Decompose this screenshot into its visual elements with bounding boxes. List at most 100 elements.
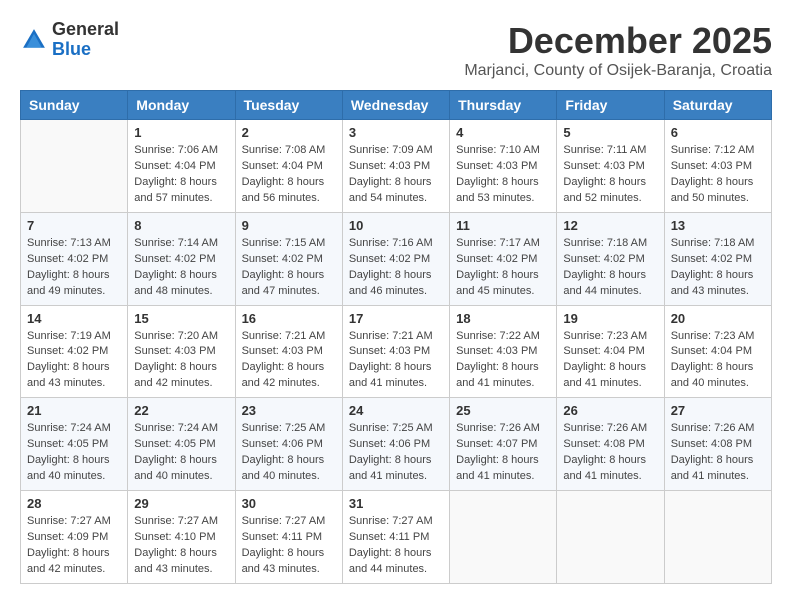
day-number: 15 [134,311,228,326]
day-number: 6 [671,125,765,140]
calendar-cell [664,491,771,584]
calendar-cell: 13 Sunrise: 7:18 AM Sunset: 4:02 PM Dayli… [664,212,771,305]
calendar-cell: 6 Sunrise: 7:12 AM Sunset: 4:03 PM Daylig… [664,120,771,213]
day-number: 23 [242,403,336,418]
day-number: 10 [349,218,443,233]
calendar-cell: 12 Sunrise: 7:18 AM Sunset: 4:02 PM Dayli… [557,212,664,305]
day-info: Sunrise: 7:26 AM Sunset: 4:07 PM Dayligh… [456,421,550,485]
day-info: Sunrise: 7:19 AM Sunset: 4:02 PM Dayligh… [27,329,121,393]
calendar-cell: 4 Sunrise: 7:10 AM Sunset: 4:03 PM Daylig… [450,120,557,213]
day-info: Sunrise: 7:12 AM Sunset: 4:03 PM Dayligh… [671,143,765,207]
day-number: 24 [349,403,443,418]
day-info: Sunrise: 7:27 AM Sunset: 4:10 PM Dayligh… [134,514,228,578]
weekday-header: Saturday [664,91,771,120]
day-number: 4 [456,125,550,140]
weekday-header: Tuesday [235,91,342,120]
calendar-cell: 20Sunrise: 7:23 AM Sunset: 4:04 PM Dayli… [664,305,771,398]
weekday-header: Sunday [21,91,128,120]
day-number: 1 [134,125,228,140]
weekday-header: Monday [128,91,235,120]
day-info: Sunrise: 7:21 AM Sunset: 4:03 PM Dayligh… [349,329,443,393]
day-number: 17 [349,311,443,326]
calendar-week-row: 7 Sunrise: 7:13 AM Sunset: 4:02 PM Daylig… [21,212,772,305]
calendar-cell: 17 Sunrise: 7:21 AM Sunset: 4:03 PM Dayli… [342,305,449,398]
calendar-week-row: 21 Sunrise: 7:24 AM Sunset: 4:05 PM Dayli… [21,398,772,491]
calendar-table: SundayMondayTuesdayWednesdayThursdayFrid… [20,90,772,584]
day-info: Sunrise: 7:27 AM Sunset: 4:11 PM Dayligh… [242,514,336,578]
logo: General Blue [20,20,119,60]
day-info: Sunrise: 7:18 AM Sunset: 4:02 PM Dayligh… [563,236,657,300]
day-info: Sunrise: 7:24 AM Sunset: 4:05 PM Dayligh… [27,421,121,485]
day-number: 26 [563,403,657,418]
calendar-week-row: 14 Sunrise: 7:19 AM Sunset: 4:02 PM Dayli… [21,305,772,398]
calendar-cell: 29 Sunrise: 7:27 AM Sunset: 4:10 PM Dayli… [128,491,235,584]
day-info: Sunrise: 7:11 AM Sunset: 4:03 PM Dayligh… [563,143,657,207]
calendar-cell: 22Sunrise: 7:24 AM Sunset: 4:05 PM Dayli… [128,398,235,491]
day-info: Sunrise: 7:25 AM Sunset: 4:06 PM Dayligh… [242,421,336,485]
day-number: 25 [456,403,550,418]
calendar-cell: 25 Sunrise: 7:26 AM Sunset: 4:07 PM Dayli… [450,398,557,491]
day-info: Sunrise: 7:18 AM Sunset: 4:02 PM Dayligh… [671,236,765,300]
day-info: Sunrise: 7:26 AM Sunset: 4:08 PM Dayligh… [671,421,765,485]
calendar-cell: 28Sunrise: 7:27 AM Sunset: 4:09 PM Dayli… [21,491,128,584]
day-info: Sunrise: 7:20 AM Sunset: 4:03 PM Dayligh… [134,329,228,393]
calendar-cell: 3 Sunrise: 7:09 AM Sunset: 4:03 PM Daylig… [342,120,449,213]
page-header: General Blue December 2025 Marjanci, Cou… [20,20,772,80]
day-number: 9 [242,218,336,233]
calendar-cell [557,491,664,584]
location-title: Marjanci, County of Osijek-Baranja, Croa… [464,62,772,80]
day-number: 3 [349,125,443,140]
day-number: 12 [563,218,657,233]
day-number: 8 [134,218,228,233]
day-number: 7 [27,218,121,233]
logo-blue: Blue [52,39,91,59]
day-number: 29 [134,496,228,511]
calendar-cell: 11 Sunrise: 7:17 AM Sunset: 4:02 PM Dayli… [450,212,557,305]
day-info: Sunrise: 7:13 AM Sunset: 4:02 PM Dayligh… [27,236,121,300]
calendar-cell: 1 Sunrise: 7:06 AM Sunset: 4:04 PM Daylig… [128,120,235,213]
day-info: Sunrise: 7:06 AM Sunset: 4:04 PM Dayligh… [134,143,228,207]
weekday-header: Wednesday [342,91,449,120]
day-info: Sunrise: 7:23 AM Sunset: 4:04 PM Dayligh… [671,329,765,393]
day-info: Sunrise: 7:10 AM Sunset: 4:03 PM Dayligh… [456,143,550,207]
day-info: Sunrise: 7:21 AM Sunset: 4:03 PM Dayligh… [242,329,336,393]
calendar-cell [21,120,128,213]
day-info: Sunrise: 7:25 AM Sunset: 4:06 PM Dayligh… [349,421,443,485]
day-number: 21 [27,403,121,418]
weekday-header: Friday [557,91,664,120]
day-info: Sunrise: 7:23 AM Sunset: 4:04 PM Dayligh… [563,329,657,393]
calendar-cell: 19 Sunrise: 7:23 AM Sunset: 4:04 PM Dayli… [557,305,664,398]
day-info: Sunrise: 7:26 AM Sunset: 4:08 PM Dayligh… [563,421,657,485]
title-block: December 2025 Marjanci, County of Osijek… [464,20,772,80]
day-number: 2 [242,125,336,140]
calendar-cell: 27Sunrise: 7:26 AM Sunset: 4:08 PM Dayli… [664,398,771,491]
day-info: Sunrise: 7:27 AM Sunset: 4:09 PM Dayligh… [27,514,121,578]
logo-icon [20,26,48,54]
day-number: 30 [242,496,336,511]
day-info: Sunrise: 7:09 AM Sunset: 4:03 PM Dayligh… [349,143,443,207]
calendar-cell: 15 Sunrise: 7:20 AM Sunset: 4:03 PM Dayli… [128,305,235,398]
day-info: Sunrise: 7:16 AM Sunset: 4:02 PM Dayligh… [349,236,443,300]
calendar-week-row: 1 Sunrise: 7:06 AM Sunset: 4:04 PM Daylig… [21,120,772,213]
calendar-week-row: 28Sunrise: 7:27 AM Sunset: 4:09 PM Dayli… [21,491,772,584]
calendar-cell [450,491,557,584]
day-number: 14 [27,311,121,326]
day-number: 19 [563,311,657,326]
logo-general: General [52,19,119,39]
calendar-cell: 16Sunrise: 7:21 AM Sunset: 4:03 PM Dayli… [235,305,342,398]
day-number: 13 [671,218,765,233]
calendar-cell: 24 Sunrise: 7:25 AM Sunset: 4:06 PM Dayli… [342,398,449,491]
weekday-header-row: SundayMondayTuesdayWednesdayThursdayFrid… [21,91,772,120]
day-number: 18 [456,311,550,326]
day-number: 11 [456,218,550,233]
month-title: December 2025 [464,20,772,62]
day-info: Sunrise: 7:15 AM Sunset: 4:02 PM Dayligh… [242,236,336,300]
day-info: Sunrise: 7:08 AM Sunset: 4:04 PM Dayligh… [242,143,336,207]
calendar-cell: 10 Sunrise: 7:16 AM Sunset: 4:02 PM Dayli… [342,212,449,305]
day-number: 5 [563,125,657,140]
logo-text: General Blue [52,20,119,60]
day-info: Sunrise: 7:17 AM Sunset: 4:02 PM Dayligh… [456,236,550,300]
day-number: 22 [134,403,228,418]
weekday-header: Thursday [450,91,557,120]
calendar-cell: 9 Sunrise: 7:15 AM Sunset: 4:02 PM Daylig… [235,212,342,305]
